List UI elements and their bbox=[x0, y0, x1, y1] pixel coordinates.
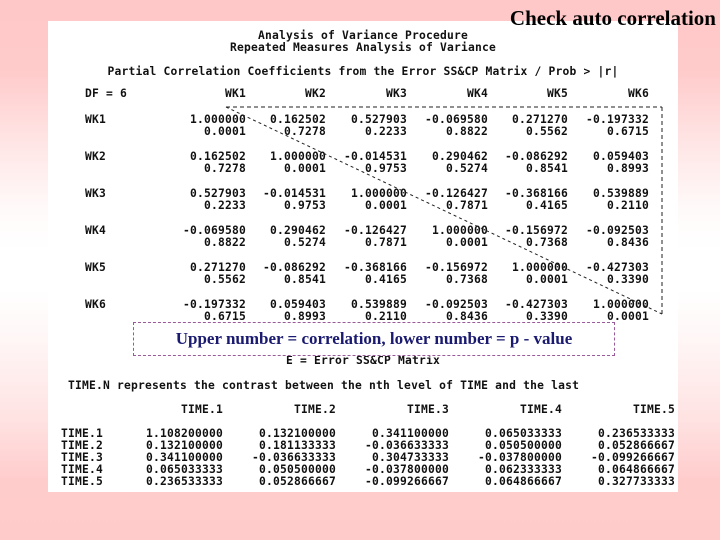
p-value: 0.2110 bbox=[606, 199, 649, 212]
df-label: DF = 6 bbox=[85, 87, 128, 100]
row-label: WK1 bbox=[85, 113, 107, 126]
correlation-row: WK3 0.527903 0.2233 -0.014531 0.9753 1.000000… bbox=[48, 187, 678, 213]
e-matrix-row: TIME.5 0.236533333 0.052866667 -0.099266667… bbox=[48, 475, 678, 488]
e-column-header: TIME.4 bbox=[519, 403, 562, 416]
p-value: 0.0001 bbox=[364, 199, 407, 212]
row-label: WK3 bbox=[85, 187, 107, 200]
e-matrix-row: TIME.4 0.065033333 0.050500000 -0.037800000… bbox=[48, 463, 678, 476]
sas-output-panel: Analysis of Variance Procedure Repeated … bbox=[48, 21, 678, 492]
p-value: 0.9753 bbox=[364, 162, 407, 175]
p-value: 0.7871 bbox=[445, 199, 488, 212]
e-matrix-row: TIME.2 0.132100000 0.181133333 -0.036633333… bbox=[48, 439, 678, 452]
p-value: 0.7368 bbox=[445, 273, 488, 286]
caption-box: Upper number = correlation, lower number… bbox=[133, 322, 615, 356]
p-value: 0.0001 bbox=[525, 273, 568, 286]
column-header: WK2 bbox=[304, 87, 326, 100]
e-matrix-value: 0.064866667 bbox=[484, 475, 562, 488]
p-value: 0.2233 bbox=[364, 125, 407, 138]
p-value: 0.8436 bbox=[606, 236, 649, 249]
column-header: WK6 bbox=[627, 87, 649, 100]
e-column-header: TIME.2 bbox=[293, 403, 336, 416]
column-header: WK3 bbox=[385, 87, 407, 100]
p-value: 0.8541 bbox=[283, 273, 326, 286]
p-value: 0.8541 bbox=[525, 162, 568, 175]
p-value: 0.5562 bbox=[203, 273, 246, 286]
p-value: 0.8822 bbox=[445, 125, 488, 138]
row-label: WK2 bbox=[85, 150, 107, 163]
slide-title: Check auto correlation bbox=[509, 6, 716, 30]
procedure-subtitle: Repeated Measures Analysis of Variance bbox=[229, 41, 497, 54]
p-value: 0.9753 bbox=[283, 199, 326, 212]
correlation-row: WK5 0.271270 0.5562 -0.086292 0.8541 -0.36816… bbox=[48, 261, 678, 287]
error-matrix-description: TIME.N represents the contrast between t… bbox=[68, 379, 580, 392]
p-value: 0.7278 bbox=[283, 125, 326, 138]
e-matrix-value: 0.236533333 bbox=[145, 475, 223, 488]
column-header: WK1 bbox=[224, 87, 246, 100]
e-matrix-value: -0.099266667 bbox=[364, 475, 449, 488]
p-value: 0.3390 bbox=[606, 273, 649, 286]
correlation-row: WK6 -0.197332 0.6715 0.059403 0.8993 0.539889… bbox=[48, 298, 678, 324]
column-header: WK4 bbox=[466, 87, 488, 100]
p-value: 0.7278 bbox=[203, 162, 246, 175]
e-matrix-value: 0.327733333 bbox=[597, 475, 675, 488]
p-value: 0.2233 bbox=[203, 199, 246, 212]
p-value: 0.8822 bbox=[203, 236, 246, 249]
e-column-header: TIME.3 bbox=[406, 403, 449, 416]
p-value: 0.6715 bbox=[606, 125, 649, 138]
row-label: WK6 bbox=[85, 298, 107, 311]
p-value: 0.0001 bbox=[283, 162, 326, 175]
p-value: 0.5562 bbox=[525, 125, 568, 138]
column-header: WK5 bbox=[546, 87, 568, 100]
caption-text: Upper number = correlation, lower number… bbox=[175, 329, 573, 348]
e-matrix-value: 0.052866667 bbox=[258, 475, 336, 488]
row-label: WK5 bbox=[85, 261, 107, 274]
e-matrix-row: TIME.3 0.341100000 -0.036633333 0.304733333… bbox=[48, 451, 678, 464]
correlation-row: WK4 -0.069580 0.8822 0.290462 0.5274 -0.12642… bbox=[48, 224, 678, 250]
p-value: 0.0001 bbox=[445, 236, 488, 249]
e-column-header-row: TIME.1 TIME.2 TIME.3 TIME.4 TIME.5 bbox=[48, 403, 678, 416]
correlation-row: WK2 0.162502 0.7278 1.000000 0.0001 -0.014531… bbox=[48, 150, 678, 176]
e-column-header: TIME.5 bbox=[632, 403, 675, 416]
e-row-label: TIME.5 bbox=[61, 475, 104, 488]
p-value: 0.4165 bbox=[525, 199, 568, 212]
p-value: 0.8993 bbox=[606, 162, 649, 175]
correlation-row: WK1 1.000000 0.0001 0.162502 0.7278 0.527903 0… bbox=[48, 113, 678, 139]
partial-correlation-title: Partial Correlation Coefficients from th… bbox=[107, 65, 619, 78]
p-value: 0.0001 bbox=[203, 125, 246, 138]
p-value: 0.5274 bbox=[445, 162, 488, 175]
column-header-row: DF = 6 WK1 WK2 WK3 WK4 WK5 WK6 bbox=[48, 87, 678, 113]
p-value: 0.7871 bbox=[364, 236, 407, 249]
row-label: WK4 bbox=[85, 224, 107, 237]
p-value: 0.5274 bbox=[283, 236, 326, 249]
e-column-header: TIME.1 bbox=[180, 403, 223, 416]
e-matrix-row: TIME.1 1.108200000 0.132100000 0.341100000 0… bbox=[48, 427, 678, 440]
p-value: 0.4165 bbox=[364, 273, 407, 286]
p-value: 0.7368 bbox=[525, 236, 568, 249]
